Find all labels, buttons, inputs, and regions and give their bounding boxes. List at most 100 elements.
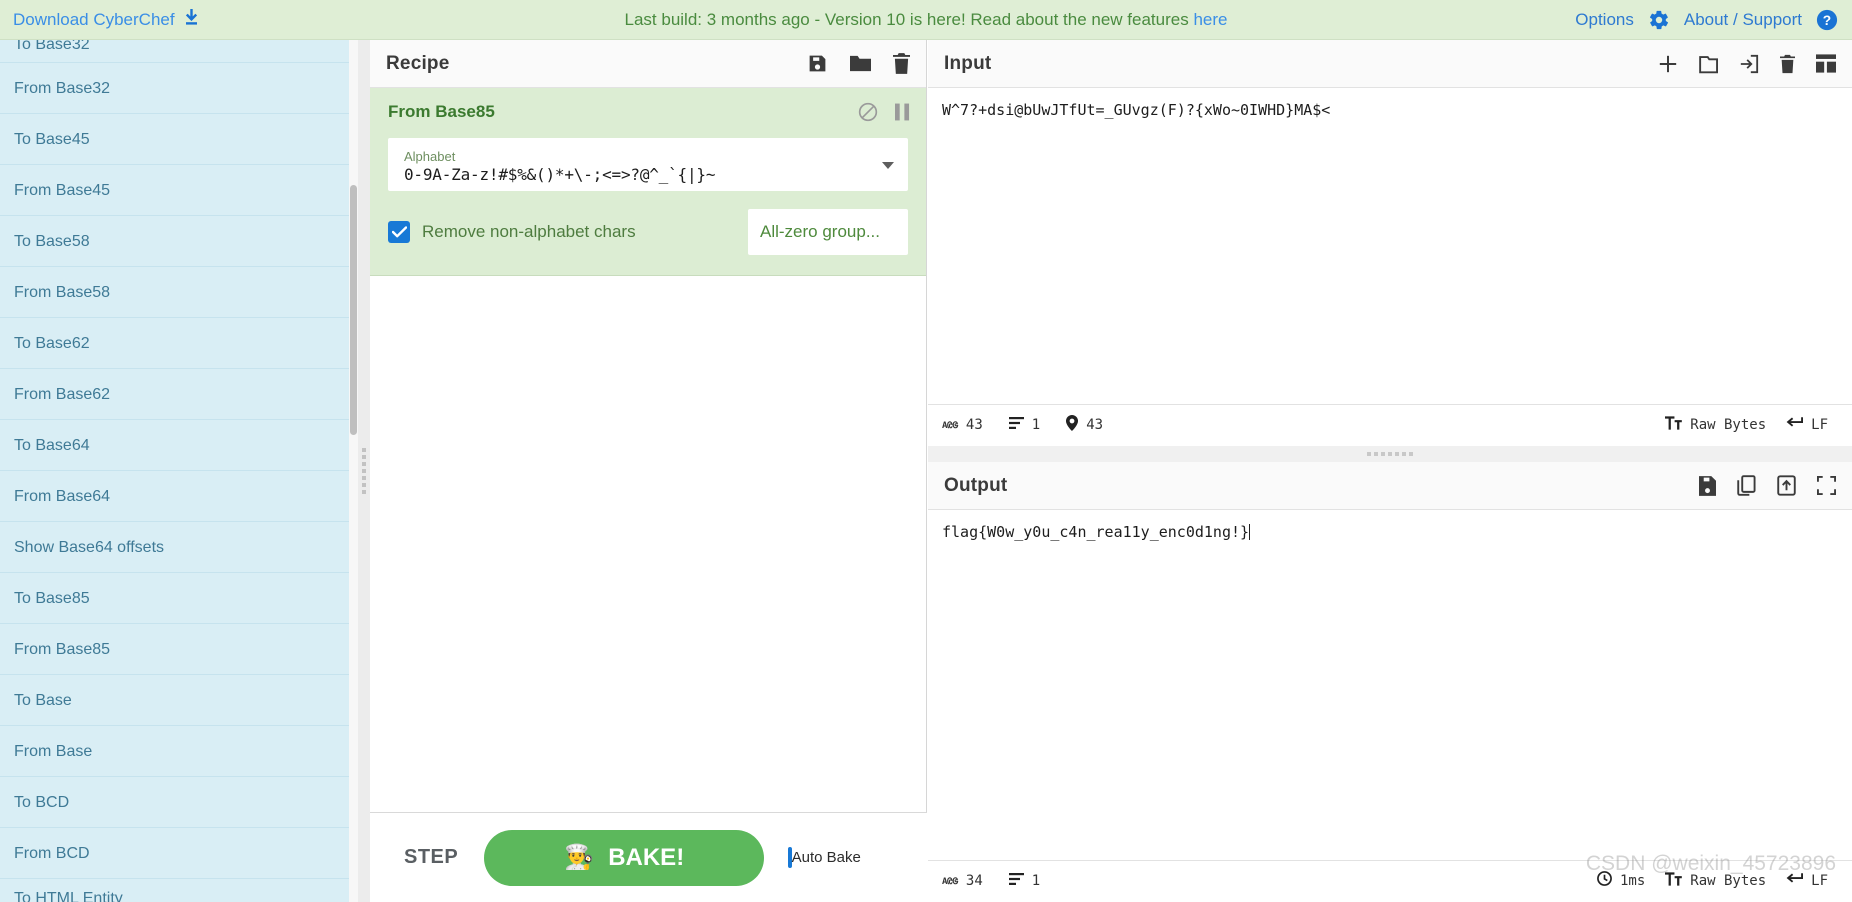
svg-text:?: ? bbox=[1823, 13, 1831, 28]
add-tab-icon[interactable] bbox=[1658, 54, 1678, 74]
output-encoding-value: Raw Bytes bbox=[1690, 872, 1767, 889]
auto-bake-toggle[interactable]: Auto Bake bbox=[772, 846, 876, 868]
operation-name: From Base85 bbox=[388, 102, 495, 121]
output-timing-group: 1ms bbox=[1597, 871, 1645, 890]
operation-to-base58[interactable]: To Base58 bbox=[0, 216, 358, 267]
output-line-ending-group[interactable]: LF bbox=[1786, 872, 1828, 889]
input-line-ending-group[interactable]: LF bbox=[1786, 416, 1828, 433]
recipe-title: Recipe bbox=[386, 52, 450, 74]
recipe-controls: STEP 👨‍🍳 BAKE! Auto Bake bbox=[370, 812, 927, 902]
options-label[interactable]: Options bbox=[1575, 10, 1634, 30]
operation-to-base32[interactable]: To Base32 bbox=[0, 40, 358, 63]
output-status-bar: Aᱭᱜ 34 1 1ms Raw Bytes LF bbox=[928, 860, 1852, 900]
input-encoding-group[interactable]: Raw Bytes bbox=[1665, 415, 1767, 434]
open-folder-icon[interactable] bbox=[1699, 54, 1718, 74]
output-text-value[interactable]: flag{W0w_y0u_c4n_rea11y_enc0d1ng!} bbox=[928, 510, 1852, 554]
io-column: Input W^7?+dsi@bUwJTfUt=_GUvgz(F)?{xWo~0… bbox=[928, 40, 1852, 902]
operation-to-base85[interactable]: To Base85 bbox=[0, 573, 358, 624]
output-lines-value: 1 bbox=[1031, 872, 1041, 889]
remove-non-alphabet-label: Remove non-alphabet chars bbox=[422, 222, 636, 241]
operation-to-base[interactable]: To Base bbox=[0, 675, 358, 726]
tabs-layout-icon[interactable] bbox=[1816, 54, 1836, 73]
output-length-group: Aᱭᱜ 34 bbox=[942, 873, 983, 889]
copy-output-icon[interactable] bbox=[1737, 475, 1756, 496]
chevron-down-icon[interactable] bbox=[882, 161, 894, 169]
input-status-right: Raw Bytes LF bbox=[1665, 415, 1838, 434]
operation-from-base85[interactable]: From Base85 bbox=[0, 624, 358, 675]
operation-to-html-entity[interactable]: To HTML Entity bbox=[0, 879, 358, 902]
operation-to-base64[interactable]: To Base64 bbox=[0, 420, 358, 471]
alphabet-value[interactable]: 0-9A-Za-z!#$%&()*+\-;<=>?@^_`{|}~ bbox=[404, 164, 878, 186]
input-position-group: 43 bbox=[1066, 414, 1103, 435]
output-title: Output bbox=[944, 474, 1008, 496]
output-line-ending-value: LF bbox=[1811, 872, 1828, 889]
ops-recipe-splitter[interactable] bbox=[358, 40, 370, 902]
maximise-output-icon[interactable] bbox=[1817, 476, 1836, 495]
input-length-group: Aᱭᱜ 43 bbox=[942, 417, 983, 433]
output-encoding-group[interactable]: Raw Bytes bbox=[1665, 871, 1767, 890]
pause-icon[interactable] bbox=[895, 103, 910, 126]
alphabet-label: Alphabet bbox=[404, 149, 456, 164]
operations-scrollbar-thumb[interactable] bbox=[350, 185, 357, 435]
gear-icon[interactable] bbox=[1648, 9, 1670, 31]
clock-icon bbox=[1597, 871, 1612, 890]
text-caret bbox=[1249, 524, 1251, 540]
remove-non-alphabet-checkbox[interactable] bbox=[388, 221, 410, 243]
operation-args-row: Remove non-alphabet chars All-zero group… bbox=[388, 209, 908, 255]
open-file-icon[interactable] bbox=[1739, 54, 1759, 74]
operations-scrollbar[interactable] bbox=[349, 40, 358, 902]
operation-from-base[interactable]: From Base bbox=[0, 726, 358, 777]
operation-from-base64[interactable]: From Base64 bbox=[0, 471, 358, 522]
auto-bake-label: Auto Bake bbox=[791, 848, 861, 866]
load-recipe-icon[interactable] bbox=[849, 53, 872, 74]
recipe-drop-area[interactable] bbox=[370, 276, 926, 822]
save-recipe-icon[interactable] bbox=[807, 53, 828, 74]
input-status-bar: Aᱭᱜ 43 1 43 Raw Bytes LF bbox=[928, 404, 1852, 444]
chef-emoji-icon: 👨‍🍳 bbox=[564, 843, 595, 871]
font-icon bbox=[1665, 415, 1683, 434]
clear-recipe-icon[interactable] bbox=[893, 53, 910, 74]
recipe-operation-from-base85[interactable]: From Base85 Alphabet 0-9A-Za-z!#$%&()*+\… bbox=[370, 88, 926, 276]
operation-to-bcd[interactable]: To BCD bbox=[0, 777, 358, 828]
splitter-grip-icon bbox=[1367, 452, 1413, 456]
about-support-label[interactable]: About / Support bbox=[1684, 10, 1802, 30]
bake-button[interactable]: 👨‍🍳 BAKE! bbox=[484, 829, 765, 886]
new-features-link[interactable]: here bbox=[1193, 10, 1227, 29]
line-ending-icon bbox=[1786, 872, 1804, 889]
operation-from-base62[interactable]: From Base62 bbox=[0, 369, 358, 420]
line-ending-icon bbox=[1786, 416, 1804, 433]
build-info: Last build: 3 months ago - Version 10 is… bbox=[0, 10, 1852, 30]
output-status-right: 1ms Raw Bytes LF bbox=[1597, 871, 1838, 890]
operation-from-base58[interactable]: From Base58 bbox=[0, 267, 358, 318]
operation-from-base45[interactable]: From Base45 bbox=[0, 165, 358, 216]
operation-to-base62[interactable]: To Base62 bbox=[0, 318, 358, 369]
banner-actions: Options About / Support ? bbox=[1575, 9, 1838, 31]
operation-from-base32[interactable]: From Base32 bbox=[0, 63, 358, 114]
input-textarea[interactable]: W^7?+dsi@bUwJTfUt=_GUvgz(F)?{xWo~0IWHD}M… bbox=[928, 88, 1852, 404]
output-header: Output bbox=[928, 462, 1852, 510]
operation-from-bcd[interactable]: From BCD bbox=[0, 828, 358, 879]
input-output-splitter[interactable] bbox=[928, 446, 1852, 462]
step-button[interactable]: STEP bbox=[386, 846, 476, 869]
output-text: flag{W0w_y0u_c4n_rea11y_enc0d1ng!} bbox=[942, 523, 1250, 541]
question-circle-icon[interactable]: ? bbox=[1816, 9, 1838, 31]
input-lines-group: 1 bbox=[1008, 416, 1040, 433]
replace-input-icon[interactable] bbox=[1777, 475, 1796, 496]
input-encoding-value: Raw Bytes bbox=[1690, 416, 1767, 433]
alphabet-field[interactable]: Alphabet 0-9A-Za-z!#$%&()*+\-;<=>?@^_`{|… bbox=[388, 138, 908, 191]
input-panel: Input W^7?+dsi@bUwJTfUt=_GUvgz(F)?{xWo~0… bbox=[928, 40, 1852, 446]
output-textarea[interactable]: flag{W0w_y0u_c4n_rea11y_enc0d1ng!} bbox=[928, 510, 1852, 860]
clear-input-icon[interactable] bbox=[1780, 54, 1795, 74]
recipe-header-actions bbox=[807, 53, 910, 74]
operation-to-base45[interactable]: To Base45 bbox=[0, 114, 358, 165]
all-zero-group-field[interactable]: All-zero group... bbox=[748, 209, 908, 255]
save-output-icon[interactable] bbox=[1699, 475, 1716, 496]
operation-show-base64-offsets[interactable]: Show Base64 offsets bbox=[0, 522, 358, 573]
input-text-value[interactable]: W^7?+dsi@bUwJTfUt=_GUvgz(F)?{xWo~0IWHD}M… bbox=[928, 88, 1852, 132]
build-info-text: Last build: 3 months ago - Version 10 is… bbox=[624, 9, 1194, 29]
input-header-actions bbox=[1658, 54, 1836, 74]
operations-list[interactable]: To Base32 From Base32 To Base45 From Bas… bbox=[0, 40, 358, 902]
disable-icon[interactable] bbox=[858, 102, 878, 127]
output-panel: Output flag{W0w_y0u_c4n_rea11y_enc0d1ng!… bbox=[928, 462, 1852, 902]
font-icon bbox=[1665, 871, 1683, 890]
